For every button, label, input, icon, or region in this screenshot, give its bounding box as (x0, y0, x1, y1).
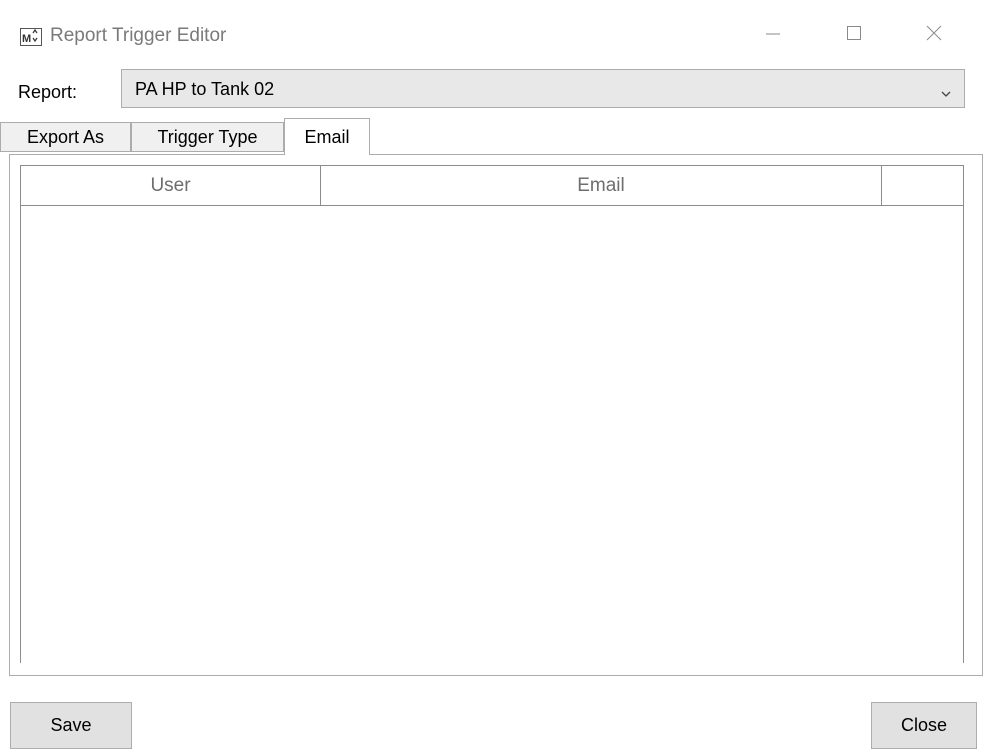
column-header-blank[interactable] (882, 166, 963, 205)
tab-label: Export As (26, 126, 105, 147)
window-title: Report Trigger Editor (50, 25, 227, 46)
chevron-down-icon (941, 85, 951, 103)
minimize-button[interactable] (753, 18, 793, 52)
column-header-label: User (150, 174, 191, 196)
column-header-user[interactable]: User (21, 166, 321, 205)
column-header-label: Email (577, 174, 625, 196)
close-button-label: Close (900, 715, 948, 735)
report-trigger-editor-window: M Report Trigger Editor Report: PA HP to… (0, 0, 983, 751)
tab-trigger-type[interactable]: Trigger Type (131, 122, 284, 152)
close-window-button[interactable] (914, 18, 954, 52)
close-icon (925, 24, 943, 47)
tab-email[interactable]: Email (284, 118, 370, 155)
svg-text:M: M (22, 33, 31, 45)
title-bar[interactable]: M Report Trigger Editor (0, 0, 983, 66)
app-logo-icon: M (20, 25, 42, 47)
save-button[interactable]: Save (10, 702, 132, 749)
tab-label: Email (304, 126, 350, 147)
tab-label: Trigger Type (157, 126, 258, 147)
close-button[interactable]: Close (871, 702, 977, 749)
maximize-icon (845, 24, 863, 47)
report-select-value: PA HP to Tank 02 (135, 79, 275, 99)
email-recipients-grid[interactable]: User Email (20, 165, 964, 663)
column-header-email[interactable]: Email (321, 166, 882, 205)
maximize-button[interactable] (834, 18, 874, 52)
report-label: Report: (18, 82, 78, 102)
save-button-label: Save (50, 715, 92, 735)
grid-header: User Email (21, 166, 963, 206)
report-select[interactable]: PA HP to Tank 02 (121, 69, 965, 108)
minimize-icon (764, 24, 782, 47)
tab-export-as[interactable]: Export As (0, 122, 131, 152)
